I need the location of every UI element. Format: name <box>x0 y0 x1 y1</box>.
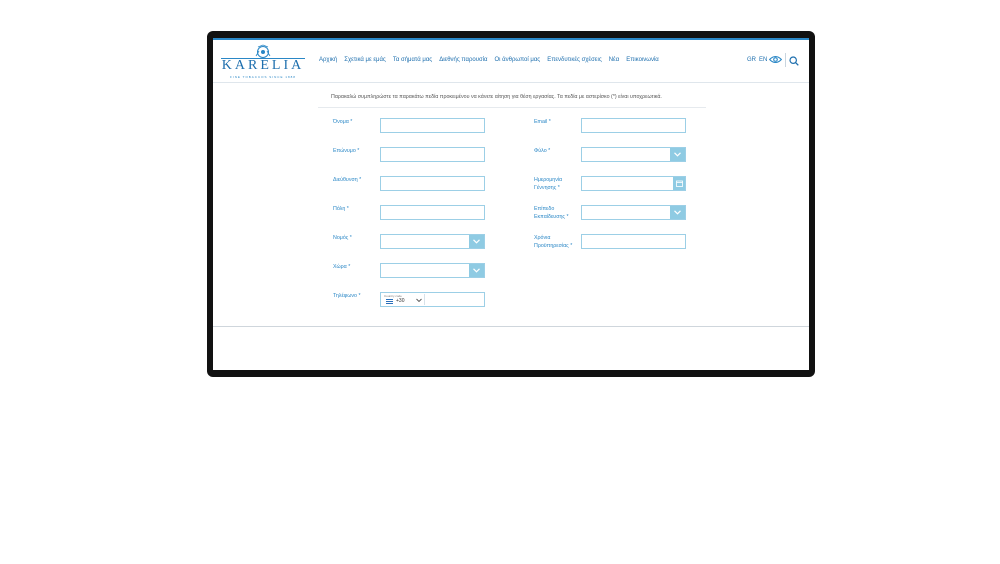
nav-item-brands[interactable]: Τα σήματά μας <box>393 57 432 63</box>
label-email: Email * <box>534 119 551 125</box>
label-prefecture: Νομός * <box>333 235 352 241</box>
nav-item-international[interactable]: Διεθνής παρουσία <box>439 57 487 63</box>
label-address: Διεύθυνση * <box>333 177 362 183</box>
footer-divider <box>213 326 809 327</box>
logo-tagline: FINE TOBACCOS SINCE 1888 <box>230 75 296 79</box>
label-phone: Τηλέφωνο * <box>333 293 361 299</box>
eye-icon[interactable] <box>769 55 782 64</box>
device-frame: KARELIA FINE TOBACCOS SINCE 1888 Αρχική … <box>207 31 815 377</box>
country-code-value[interactable]: +30 <box>396 298 404 304</box>
prefecture-select[interactable] <box>380 234 485 249</box>
site-header: KARELIA FINE TOBACCOS SINCE 1888 Αρχική … <box>213 40 809 83</box>
karelia-logo[interactable]: KARELIA FINE TOBACCOS SINCE 1888 <box>221 44 305 80</box>
label-birth-date: Ημερομηνία Γέννησης * <box>534 177 563 191</box>
browser-viewport: KARELIA FINE TOBACCOS SINCE 1888 Αρχική … <box>213 38 809 370</box>
greece-flag-icon <box>386 299 393 304</box>
language-switcher: GR EN <box>747 57 770 63</box>
gender-select[interactable] <box>581 147 686 162</box>
label-education-level: Επίπεδο Εκπαίδευσης * <box>534 206 569 220</box>
header-divider <box>785 53 786 67</box>
chevron-down-icon <box>469 264 484 277</box>
label-first-name: Όνομα * <box>333 119 353 125</box>
intro-divider <box>318 107 706 108</box>
first-name-field[interactable] <box>380 118 485 133</box>
chevron-down-icon[interactable] <box>416 298 422 303</box>
address-field[interactable] <box>380 176 485 191</box>
nav-item-people[interactable]: Οι άνθρωποί μας <box>495 57 541 63</box>
education-level-select[interactable] <box>581 205 686 220</box>
nav-item-news[interactable]: Νέα <box>609 57 619 63</box>
chevron-down-icon <box>670 206 685 219</box>
experience-years-field[interactable] <box>581 234 686 249</box>
label-gender: Φύλο * <box>534 148 551 154</box>
nav-item-home[interactable]: Αρχική <box>319 57 337 63</box>
label-experience-years: Χρόνια Προϋπηρεσίας * <box>534 235 573 249</box>
lang-gr[interactable]: GR <box>747 57 756 63</box>
birth-date-field[interactable] <box>581 176 686 191</box>
label-country: Χώρα * <box>333 264 351 270</box>
calendar-icon[interactable] <box>673 177 685 190</box>
nav-item-contact[interactable]: Επικοινωνία <box>626 57 659 63</box>
email-field[interactable] <box>581 118 686 133</box>
label-city: Πόλη * <box>333 206 349 212</box>
city-field[interactable] <box>380 205 485 220</box>
country-select[interactable] <box>380 263 485 278</box>
chevron-down-icon <box>469 235 484 248</box>
form-intro-text: Παρακαλώ συμπληρώστε τα παρακάτω πεδία π… <box>331 94 662 100</box>
chevron-down-icon <box>670 148 685 161</box>
phone-divider <box>424 294 425 305</box>
lang-en[interactable]: EN <box>759 57 767 63</box>
nav-item-investors[interactable]: Επενδυτικές σχέσεις <box>547 57 602 63</box>
logo-wordmark: KARELIA <box>221 58 305 73</box>
main-nav: Αρχική Σχετικά με εμάς Τα σήματά μας Διε… <box>319 57 659 63</box>
last-name-field[interactable] <box>380 147 485 162</box>
nav-item-about[interactable]: Σχετικά με εμάς <box>344 57 386 63</box>
phone-field[interactable]: Country code +30 <box>380 292 485 307</box>
search-icon[interactable] <box>789 56 799 66</box>
label-last-name: Επώνυμο * <box>333 148 360 154</box>
